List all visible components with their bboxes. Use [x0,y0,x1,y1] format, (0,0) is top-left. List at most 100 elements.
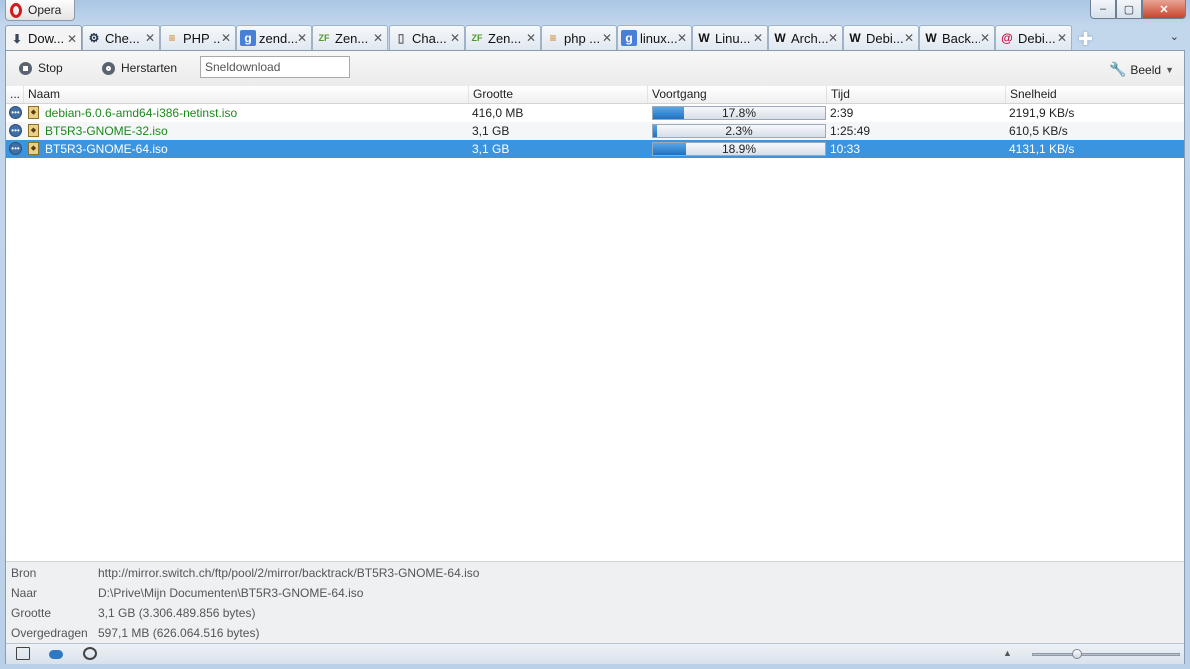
download-status-icon[interactable]: ••• [9,142,22,155]
view-menu-button[interactable]: 🔧 Beeld ▼ [1109,61,1174,78]
download-name: BT5R3-GNOME-64.iso [45,142,168,156]
download-row[interactable]: ••• ◆ debian-6.0.6-amd64-i386-netinst.iso 4… [6,104,1184,122]
opera-menu-button[interactable]: Opera [5,0,75,21]
detail-size-key: Grootte [11,606,52,620]
tab-9[interactable]: W Linu... ✕ [692,25,768,50]
quick-download-input[interactable] [200,56,350,78]
close-tab-icon[interactable]: ✕ [145,31,155,45]
progress-percent: 18.9% [721,142,757,156]
panel-toggle-icon[interactable] [16,647,30,660]
tab-12[interactable]: W Back... ✕ [919,25,995,50]
tab-5[interactable]: ▯ Cha... ✕ [389,25,465,50]
column-time[interactable]: Tijd [826,86,1005,103]
zoom-arrow-up-icon[interactable]: ▲ [1003,648,1012,658]
tab-11[interactable]: W Debi... ✕ [843,25,919,50]
detail-source-key: Bron [11,566,37,580]
download-time: 2:39 [830,106,854,120]
detail-transferred-value: 597,1 MB (626.064.516 bytes) [98,626,260,640]
opera-unite-cloud-icon[interactable] [49,650,63,659]
list-header: ... Naam Grootte Voortgang Tijd Snelheid [6,86,1184,104]
close-tab-icon[interactable]: ✕ [1057,31,1067,45]
tab-0[interactable]: ⬇ Dow... ✕ [5,25,82,51]
detail-source-value: http://mirror.switch.ch/ftp/pool/2/mirro… [98,566,480,580]
download-speed: 4131,1 KB/s [1009,142,1075,156]
tab-menu-chevron-icon[interactable]: ⌄ [1170,30,1179,43]
tab-7[interactable]: ≡ php ... ✕ [541,25,617,50]
download-speed: 610,5 KB/s [1009,124,1068,138]
close-tab-icon[interactable]: ✕ [373,31,383,45]
stop-button[interactable]: Stop [19,61,63,75]
download-time: 1:25:49 [830,124,871,138]
tab-label: Zen... [335,30,369,46]
detail-destination-value: D:\Prive\Mijn Documenten\BT5R3-GNOME-64.… [98,586,364,600]
wikipedia-icon: W [774,31,786,45]
new-tab-button[interactable]: ✚ [1078,29,1093,50]
tab-1[interactable]: ⚙ Che... ✕ [82,25,160,50]
stop-label: Stop [38,61,63,75]
chevron-down-icon: ▼ [1165,64,1174,75]
tab-label: zend... [259,30,297,46]
tab-8[interactable]: g linux... ✕ [617,25,692,50]
download-status-icon[interactable]: ••• [9,106,22,119]
download-progress-bar: 18.9% [652,142,826,156]
column-progress[interactable]: Voortgang [647,86,826,103]
tab-13[interactable]: @ Debi... ✕ [995,25,1072,50]
close-tab-icon[interactable]: ✕ [526,31,536,45]
column-speed[interactable]: Snelheid [1005,86,1184,103]
view-label: Beeld [1130,62,1162,77]
close-tab-icon[interactable]: ✕ [221,31,231,45]
close-tab-icon[interactable]: ✕ [450,31,460,45]
tab-4[interactable]: ZF Zen... ✕ [312,25,388,50]
tab-label: Cha... [412,30,447,46]
google-icon: g [240,30,256,46]
download-size: 3,1 GB [472,142,510,156]
column-name[interactable]: Naam [23,86,472,103]
close-tab-icon[interactable]: ✕ [602,31,612,45]
turbo-speedometer-icon[interactable] [83,647,97,660]
tab-3[interactable]: g zend... ✕ [236,25,312,50]
close-tab-icon[interactable]: ✕ [677,31,687,45]
tab-label: Linu... [715,30,751,46]
download-icon: ⬇ [11,31,23,46]
download-row[interactable]: ••• ◆ BT5R3-GNOME-32.iso 3,1 GB 2.3% 1:25:49 6… [6,122,1184,140]
column-size[interactable]: Grootte [468,86,647,103]
debian-icon: @ [1001,31,1013,45]
restart-button[interactable]: Herstarten [102,61,177,75]
close-tab-icon[interactable]: ✕ [828,31,838,45]
close-tab-icon[interactable]: ✕ [904,31,914,45]
tab-10[interactable]: W Arch... ✕ [768,25,843,50]
restart-label: Herstarten [121,61,178,75]
tab-2[interactable]: ≡ PHP ... ✕ [160,25,236,50]
minimize-button[interactable]: – [1090,0,1116,19]
download-row[interactable]: ••• ◆ BT5R3-GNOME-64.iso 3,1 GB 18.9% 10:33 41… [6,140,1184,158]
window-controls: – ▢ ✕ [1090,0,1186,19]
download-details: Bron http://mirror.switch.ch/ftp/pool/2/… [6,561,1184,644]
download-name: BT5R3-GNOME-32.iso [45,124,168,138]
tab-label: Arch... [791,30,828,46]
download-size: 3,1 GB [472,124,510,138]
downloads-panel: Stop Herstarten 🔧 Beeld ▼ ... Naam Groot… [5,50,1185,664]
download-speed: 2191,9 KB/s [1009,106,1075,120]
zend-icon: ZF [471,33,483,43]
download-status-icon[interactable]: ••• [9,124,22,137]
detail-size-value: 3,1 GB (3.306.489.856 bytes) [98,606,256,620]
maximize-button[interactable]: ▢ [1116,0,1142,19]
detail-transferred-key: Overgedragen [11,626,88,640]
close-tab-icon[interactable]: ✕ [297,31,307,45]
progress-percent: 17.8% [721,106,757,120]
tab-6[interactable]: ZF Zen... ✕ [465,25,541,50]
restart-icon [102,61,115,75]
download-name: debian-6.0.6-amd64-i386-netinst.iso [45,106,238,120]
close-tab-icon[interactable]: ✕ [753,31,763,45]
stop-icon [19,61,32,75]
tab-label: Zen... [488,30,522,46]
close-window-button[interactable]: ✕ [1142,0,1186,19]
tab-label: Back... [942,30,980,46]
wikipedia-icon: W [849,31,861,45]
stackoverflow-icon: ≡ [168,31,176,45]
close-tab-icon[interactable]: ✕ [980,31,990,45]
zoom-slider-knob[interactable] [1071,649,1082,659]
zoom-slider[interactable] [1032,649,1180,659]
close-tab-icon[interactable]: ✕ [67,32,77,46]
wikipedia-icon: W [698,31,710,45]
